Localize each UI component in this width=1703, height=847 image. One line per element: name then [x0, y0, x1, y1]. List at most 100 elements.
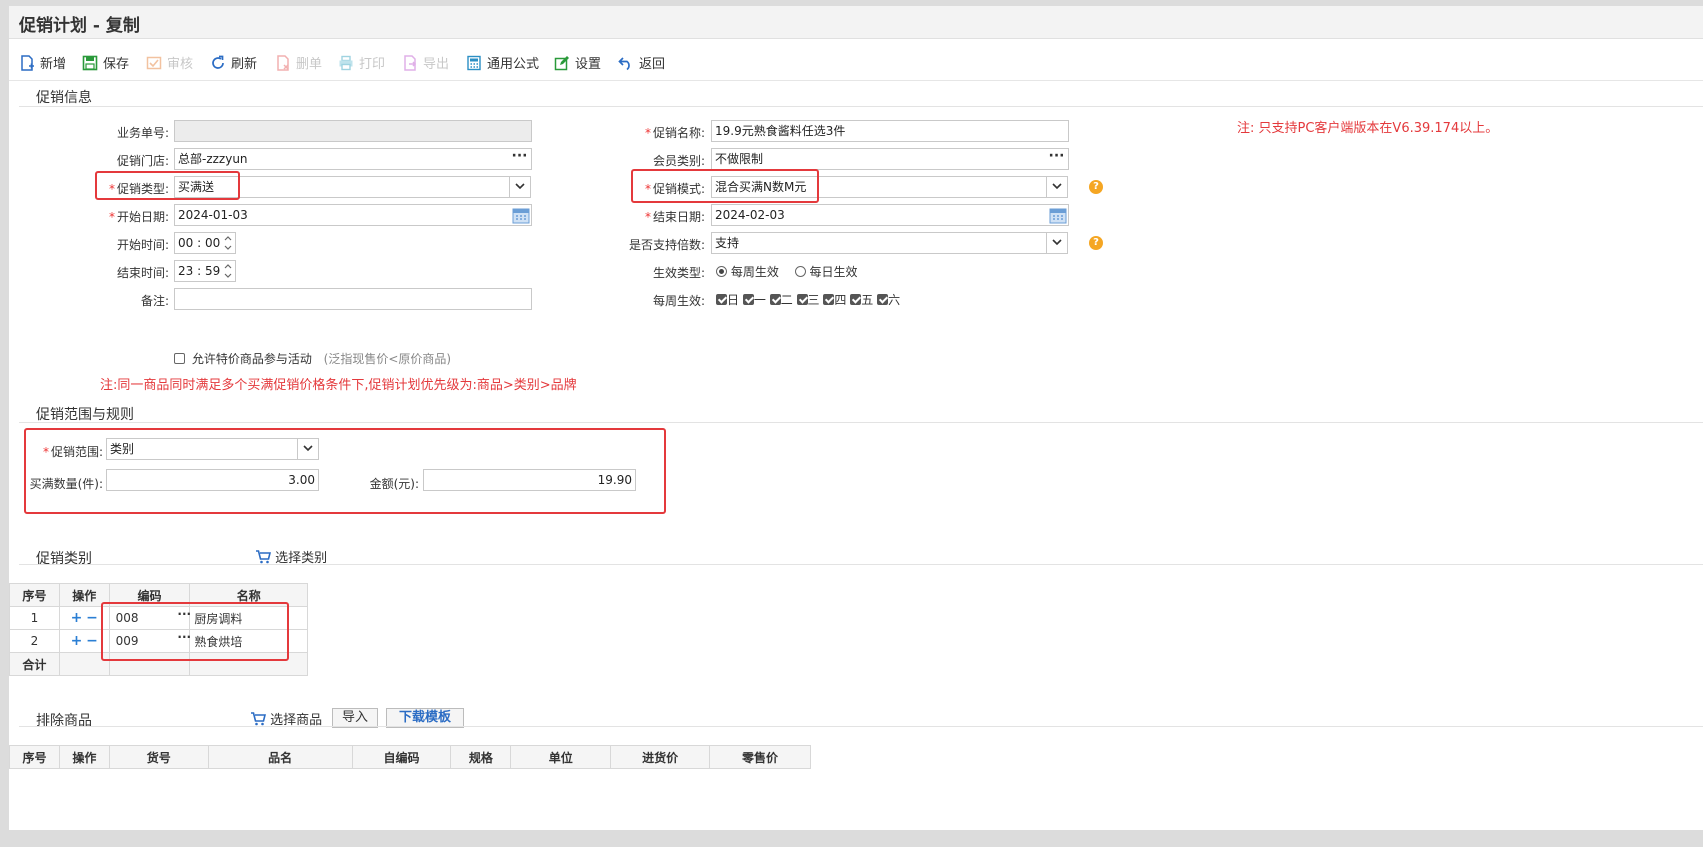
- time-spinner-icon[interactable]: [222, 260, 234, 282]
- col-header: 零售价: [709, 745, 811, 769]
- refresh-button[interactable]: 刷新: [210, 53, 257, 72]
- name-label-text: 促销名称:: [652, 126, 705, 140]
- section-title-category: 促销类别: [36, 551, 92, 567]
- col-header: 进货价: [610, 745, 711, 769]
- import-button[interactable]: 导入: [332, 708, 378, 728]
- radio-checked[interactable]: [716, 266, 727, 277]
- back-label: 返回: [639, 57, 666, 72]
- remove-row-icon[interactable]: −: [86, 633, 98, 649]
- audit-label: 审核: [167, 57, 194, 72]
- calendar-icon[interactable]: [512, 206, 530, 224]
- help-icon[interactable]: ?: [1089, 236, 1103, 250]
- amount-field[interactable]: 19.90: [423, 469, 636, 491]
- allow-special-row: 允许特价商品参与活动 (泛指现售价<原价商品): [174, 350, 451, 367]
- bill-no-label: 业务单号:: [116, 126, 169, 140]
- export-button[interactable]: 导出: [402, 53, 450, 72]
- remark-label: 备注:: [140, 294, 169, 308]
- row-number: 1: [9, 606, 60, 630]
- store-picker-button[interactable]: ···: [508, 148, 532, 170]
- cart-icon: [256, 550, 272, 564]
- multiple-label: 是否支持倍数:: [628, 238, 705, 252]
- main-window: 促销计划 - 复制 新增 保存 审核 刷新 删单 打印 导出 通用公式 设置 返…: [9, 6, 1703, 830]
- bill-no-field[interactable]: [174, 120, 532, 142]
- back-arrow-icon: [618, 57, 630, 71]
- weekday-sat[interactable]: 六: [877, 293, 900, 307]
- section-title-exclude: 排除商品: [36, 713, 92, 729]
- weekday-text: 六: [888, 293, 901, 307]
- allow-special-text: 允许特价商品参与活动: [191, 352, 312, 366]
- remark-field[interactable]: [174, 288, 532, 310]
- store-label: 促销门店:: [116, 154, 169, 168]
- weekday-sun[interactable]: 日: [716, 293, 739, 307]
- amount-label: 金额(元):: [369, 477, 419, 491]
- checkbox-checked[interactable]: [850, 294, 862, 305]
- remove-row-icon[interactable]: −: [86, 610, 98, 626]
- chevron-down-icon: [1052, 183, 1062, 190]
- radio-unchecked[interactable]: [794, 266, 806, 277]
- delete-label: 删单: [296, 57, 323, 72]
- add-row-icon[interactable]: +: [71, 610, 83, 626]
- scope-label: * 促销范围:: [42, 445, 103, 459]
- name-field[interactable]: 19.9元熟食酱料任选3件: [711, 120, 1069, 142]
- effect-type-label: 生效类型:: [652, 266, 705, 280]
- checkbox-checked[interactable]: [823, 294, 835, 305]
- start-date-label: * 开始日期:: [108, 210, 169, 224]
- effect-daily-option[interactable]: 每日生效: [794, 265, 858, 279]
- weekday-mon[interactable]: 一: [742, 293, 766, 307]
- checkbox-checked[interactable]: [742, 294, 754, 305]
- print-button[interactable]: 打印: [338, 53, 385, 72]
- start-time-label: 开始时间:: [116, 238, 169, 252]
- help-icon[interactable]: ?: [1089, 180, 1103, 194]
- exclude-table: 序号 操作 货号 品名 自编码 规格 单位 进货价 零售价: [9, 745, 811, 769]
- allow-special-checkbox[interactable]: [174, 353, 185, 364]
- start-date-field[interactable]: 2024-01-03: [174, 204, 532, 226]
- download-template-button[interactable]: 下载模板: [386, 708, 464, 728]
- weekday-wed[interactable]: 三: [796, 293, 820, 307]
- weekday-text: 三: [807, 293, 820, 307]
- export-label: 导出: [423, 57, 450, 72]
- save-button[interactable]: 保存: [82, 53, 129, 72]
- member-field[interactable]: 不做限制: [711, 148, 1046, 170]
- delete-doc-icon: [277, 55, 289, 71]
- multiple-dropdown-button[interactable]: [1046, 232, 1068, 254]
- mode-dropdown-button[interactable]: [1046, 176, 1068, 198]
- calendar-icon[interactable]: [1049, 206, 1067, 224]
- formula-button[interactable]: 通用公式: [466, 53, 539, 72]
- col-header: 自编码: [351, 745, 452, 769]
- multiple-select[interactable]: 支持: [711, 232, 1047, 254]
- scope-select[interactable]: 类别: [106, 438, 298, 460]
- end-date-field[interactable]: 2024-02-03: [711, 204, 1069, 226]
- time-spinner-icon[interactable]: [222, 232, 234, 254]
- chevron-down-icon: [303, 445, 313, 452]
- checkbox-checked[interactable]: [769, 294, 781, 305]
- col-header: 操作: [58, 745, 110, 769]
- audit-button[interactable]: 审核: [146, 53, 194, 72]
- weekday-fri[interactable]: 五: [850, 293, 873, 307]
- row-number: 2: [9, 629, 60, 653]
- weekday-tue[interactable]: 二: [769, 293, 793, 307]
- member-picker-button[interactable]: ···: [1045, 148, 1069, 170]
- section-divider: [19, 422, 1703, 423]
- settings-button[interactable]: 设置: [554, 53, 601, 72]
- new-button[interactable]: 新增: [19, 53, 66, 72]
- checkbox-checked[interactable]: [796, 294, 808, 305]
- effect-weekly-option[interactable]: 每周生效: [716, 265, 779, 279]
- back-button[interactable]: 返回: [618, 53, 666, 72]
- delete-button[interactable]: 删单: [275, 53, 323, 72]
- table-header-row: 序号 操作 货号 品名 自编码 规格 单位 进货价 零售价: [9, 745, 811, 769]
- cart-icon: [251, 712, 267, 726]
- store-field[interactable]: 总部-zzzyun: [174, 148, 509, 170]
- type-dropdown-button[interactable]: [509, 176, 531, 198]
- col-header: 品名: [207, 745, 353, 769]
- weekday-text: 二: [780, 293, 793, 307]
- qty-field[interactable]: 3.00: [106, 469, 319, 491]
- weekday-thu[interactable]: 四: [823, 293, 846, 307]
- weekday-text: 五: [861, 293, 874, 307]
- checkbox-checked[interactable]: [716, 294, 727, 305]
- page-title: 促销计划 - 复制: [19, 16, 140, 36]
- weekly-label: 每周生效:: [652, 294, 705, 308]
- effect-type-group: 每周生效 每日生效: [716, 263, 858, 280]
- scope-dropdown-button[interactable]: [297, 438, 319, 460]
- checkbox-checked[interactable]: [877, 294, 889, 305]
- add-row-icon[interactable]: +: [71, 633, 83, 649]
